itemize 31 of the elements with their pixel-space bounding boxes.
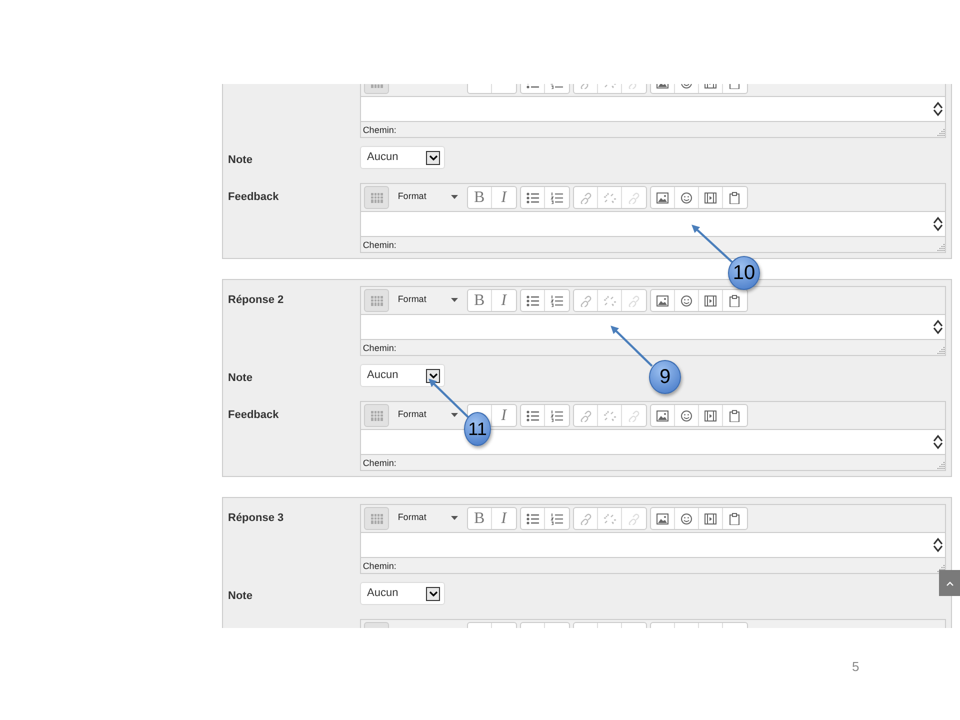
italic-button[interactable]: I <box>492 405 516 426</box>
field-label: Réponse 3 <box>228 512 284 524</box>
field-label: Note <box>228 590 252 602</box>
field-label: Feedback <box>228 409 279 421</box>
format-dropdown[interactable]: Format <box>392 289 464 310</box>
rich-text-editor[interactable]: Format B I Chemin: <box>360 183 946 253</box>
field-label: Réponse 2 <box>228 294 284 306</box>
bold-button[interactable]: B <box>468 508 492 529</box>
path-label: Chemin: <box>362 560 396 572</box>
grade-select[interactable]: Aucun <box>360 364 445 387</box>
italic-button[interactable]: I <box>492 508 516 529</box>
path-label: Chemin: <box>362 124 396 136</box>
rich-text-editor[interactable]: Chemin: <box>360 84 946 138</box>
field-label: Feedback <box>228 191 279 203</box>
bold-button[interactable]: B <box>468 290 492 311</box>
path-label: Chemin: <box>362 342 396 354</box>
field-label: Note <box>228 154 252 166</box>
grade-select[interactable]: Aucun <box>360 582 445 605</box>
field-label: Note <box>228 372 252 384</box>
path-label: Chemin: <box>362 456 396 470</box>
bold-button[interactable]: B <box>468 187 492 208</box>
format-dropdown[interactable]: Format <box>392 186 464 207</box>
italic-button[interactable]: I <box>492 290 516 311</box>
path-label: Chemin: <box>362 238 396 252</box>
italic-button[interactable]: I <box>492 187 516 208</box>
format-dropdown[interactable]: Format <box>392 507 464 528</box>
grade-select[interactable]: Aucun <box>360 146 445 169</box>
rich-text-editor[interactable]: Format B I Chemin: <box>360 504 946 574</box>
slide-number: 5 <box>852 658 860 676</box>
format-dropdown[interactable]: Format <box>392 404 464 425</box>
rich-text-editor[interactable]: Format B I Chemin: <box>360 286 946 356</box>
